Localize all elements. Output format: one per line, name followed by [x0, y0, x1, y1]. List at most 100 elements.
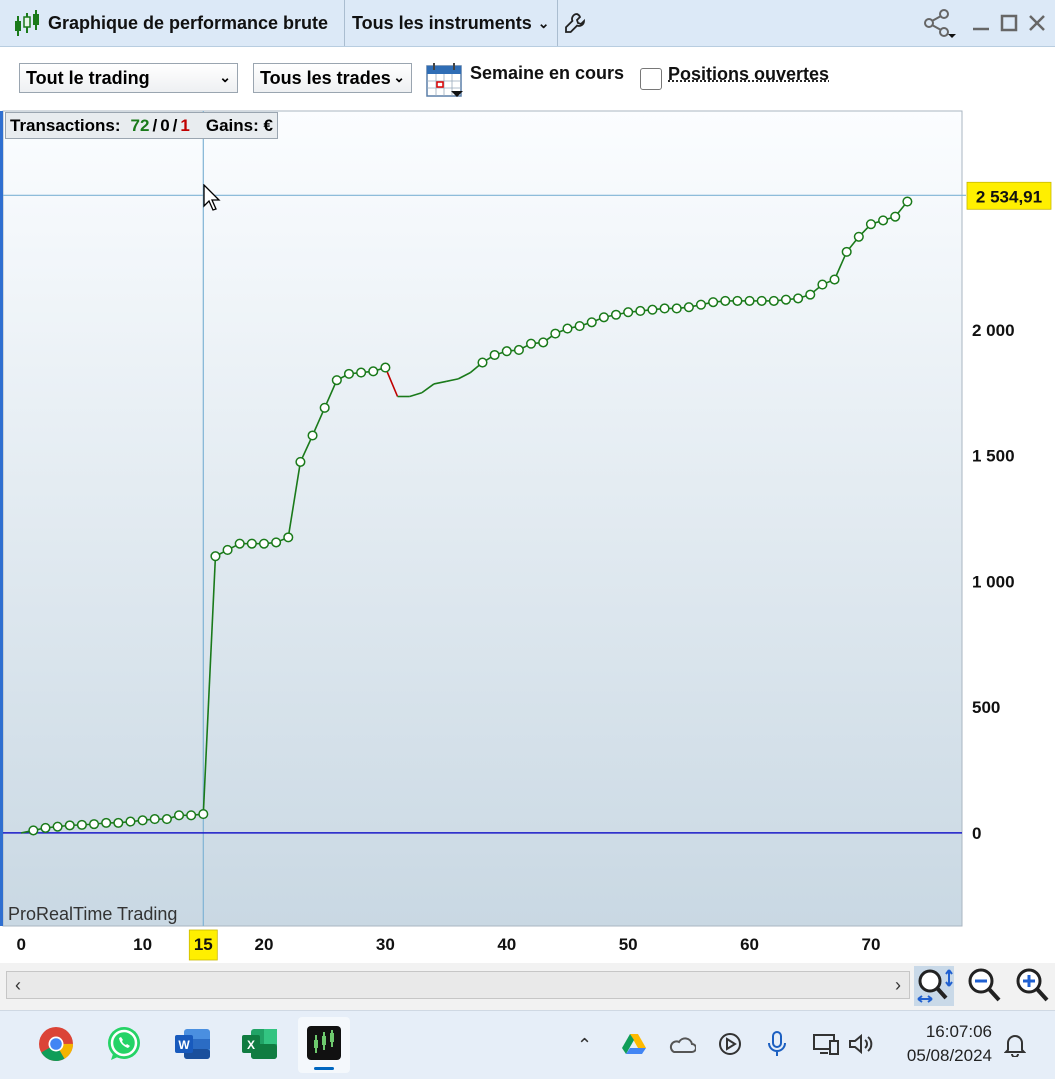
trade-point[interactable] [841, 246, 852, 257]
trade-point[interactable] [64, 820, 75, 831]
y-tick-label: 1 000 [972, 572, 1015, 591]
zoom-in-icon[interactable] [1012, 966, 1052, 1006]
volume-icon[interactable] [848, 1033, 874, 1055]
onedrive-icon[interactable] [668, 1034, 697, 1054]
trade-point[interactable] [513, 344, 524, 356]
scroll-row: ‹ › [0, 963, 1055, 1010]
trade-point[interactable] [368, 366, 379, 377]
trade-point[interactable] [793, 293, 804, 304]
performance-chart[interactable]: 0 500 1 000 1 500 2 000 0 10 15 20 30 40 50 60 70 2 53… [0, 110, 1052, 961]
trade-point[interactable] [222, 544, 233, 555]
trade-point[interactable] [137, 815, 148, 826]
microphone-icon[interactable] [768, 1031, 786, 1057]
trade-point[interactable] [780, 294, 792, 305]
trade-point[interactable] [307, 430, 318, 441]
trade-point[interactable] [477, 357, 488, 368]
trade-point[interactable] [210, 551, 221, 562]
scroll-left-icon[interactable]: ‹ [15, 975, 21, 996]
trade-point[interactable] [610, 309, 622, 320]
trade-point[interactable] [489, 349, 500, 361]
trade-point[interactable] [756, 295, 767, 306]
trade-point[interactable] [708, 297, 719, 308]
stat-separator: / [152, 115, 158, 135]
trade-point[interactable] [526, 338, 537, 349]
excel-icon[interactable]: X [241, 1026, 279, 1062]
losses-count: 1 [180, 115, 190, 135]
trade-point[interactable] [52, 821, 63, 832]
trade-point[interactable] [234, 538, 245, 549]
trade-point[interactable] [149, 814, 160, 825]
y-tick-label: 2 000 [972, 321, 1015, 340]
clock-time[interactable]: 16:07:06 [895, 1022, 992, 1042]
trade-point[interactable] [283, 532, 294, 543]
prorealtime-taskbar-button[interactable] [298, 1017, 350, 1073]
trade-point[interactable] [817, 279, 828, 290]
trade-point[interactable] [186, 810, 197, 821]
trade-point[interactable] [501, 346, 512, 357]
trade-point[interactable] [890, 211, 901, 222]
trade-point[interactable] [28, 825, 39, 836]
trade-point[interactable] [853, 231, 864, 242]
trade-point[interactable] [586, 317, 597, 328]
whatsapp-icon[interactable] [106, 1026, 142, 1062]
trade-point[interactable] [744, 295, 755, 306]
auto-zoom-icon[interactable] [914, 966, 954, 1006]
trade-point[interactable] [113, 817, 124, 828]
stat-separator: / [172, 115, 178, 135]
trade-point[interactable] [331, 375, 342, 386]
trade-point[interactable] [161, 814, 172, 825]
trade-point[interactable] [271, 537, 282, 548]
trade-point[interactable] [878, 215, 889, 226]
trade-point[interactable] [76, 819, 87, 830]
plot-background[interactable] [2, 110, 963, 927]
trade-point[interactable] [550, 328, 561, 339]
clock-date[interactable]: 05/08/2024 [885, 1046, 992, 1066]
trade-point[interactable] [598, 312, 609, 323]
trade-point[interactable] [198, 809, 209, 820]
trade-point[interactable] [125, 816, 136, 827]
trade-point[interactable] [258, 538, 270, 549]
trade-point[interactable] [695, 299, 707, 310]
trade-point[interactable] [562, 323, 573, 334]
google-drive-icon[interactable] [622, 1033, 646, 1055]
trade-point[interactable] [623, 307, 634, 318]
network-icon[interactable] [812, 1031, 840, 1057]
trade-point[interactable] [732, 295, 743, 306]
trade-point[interactable] [356, 367, 367, 378]
trade-point[interactable] [380, 362, 391, 373]
trade-point[interactable] [659, 303, 670, 314]
trade-point[interactable] [805, 289, 816, 300]
chrome-icon[interactable] [38, 1026, 74, 1062]
mouse-cursor-icon [203, 184, 221, 211]
trade-point[interactable] [343, 368, 355, 379]
trade-point[interactable] [902, 196, 913, 207]
zoom-out-icon[interactable] [964, 966, 1004, 1006]
wins-count: 72 [130, 115, 150, 135]
chevron-up-icon[interactable]: ⌃ [577, 1035, 592, 1056]
trade-point[interactable] [720, 295, 731, 306]
svg-text:X: X [247, 1038, 255, 1052]
trade-point[interactable] [173, 810, 185, 821]
trade-point[interactable] [635, 305, 646, 317]
trade-point[interactable] [88, 819, 100, 830]
trade-point[interactable] [683, 302, 694, 313]
trade-point[interactable] [295, 456, 306, 467]
trade-point[interactable] [768, 295, 779, 306]
trade-point[interactable] [865, 219, 877, 230]
trade-point[interactable] [574, 321, 585, 332]
horizontal-scrollbar[interactable]: ‹ › [6, 971, 910, 999]
x-tick-label: 70 [861, 935, 880, 954]
x-tick-label: 50 [619, 935, 638, 954]
trade-point[interactable] [101, 817, 112, 828]
trade-point[interactable] [246, 538, 257, 549]
scroll-right-icon[interactable]: › [895, 975, 901, 996]
word-icon[interactable]: W [174, 1026, 212, 1062]
trade-point[interactable] [829, 274, 840, 285]
trade-point[interactable] [647, 304, 658, 315]
trade-point[interactable] [538, 337, 549, 348]
notification-bell-icon[interactable] [1003, 1033, 1027, 1058]
media-player-icon[interactable] [718, 1032, 742, 1056]
trade-point[interactable] [40, 822, 51, 833]
trade-point[interactable] [319, 402, 330, 413]
trade-point[interactable] [671, 303, 682, 314]
